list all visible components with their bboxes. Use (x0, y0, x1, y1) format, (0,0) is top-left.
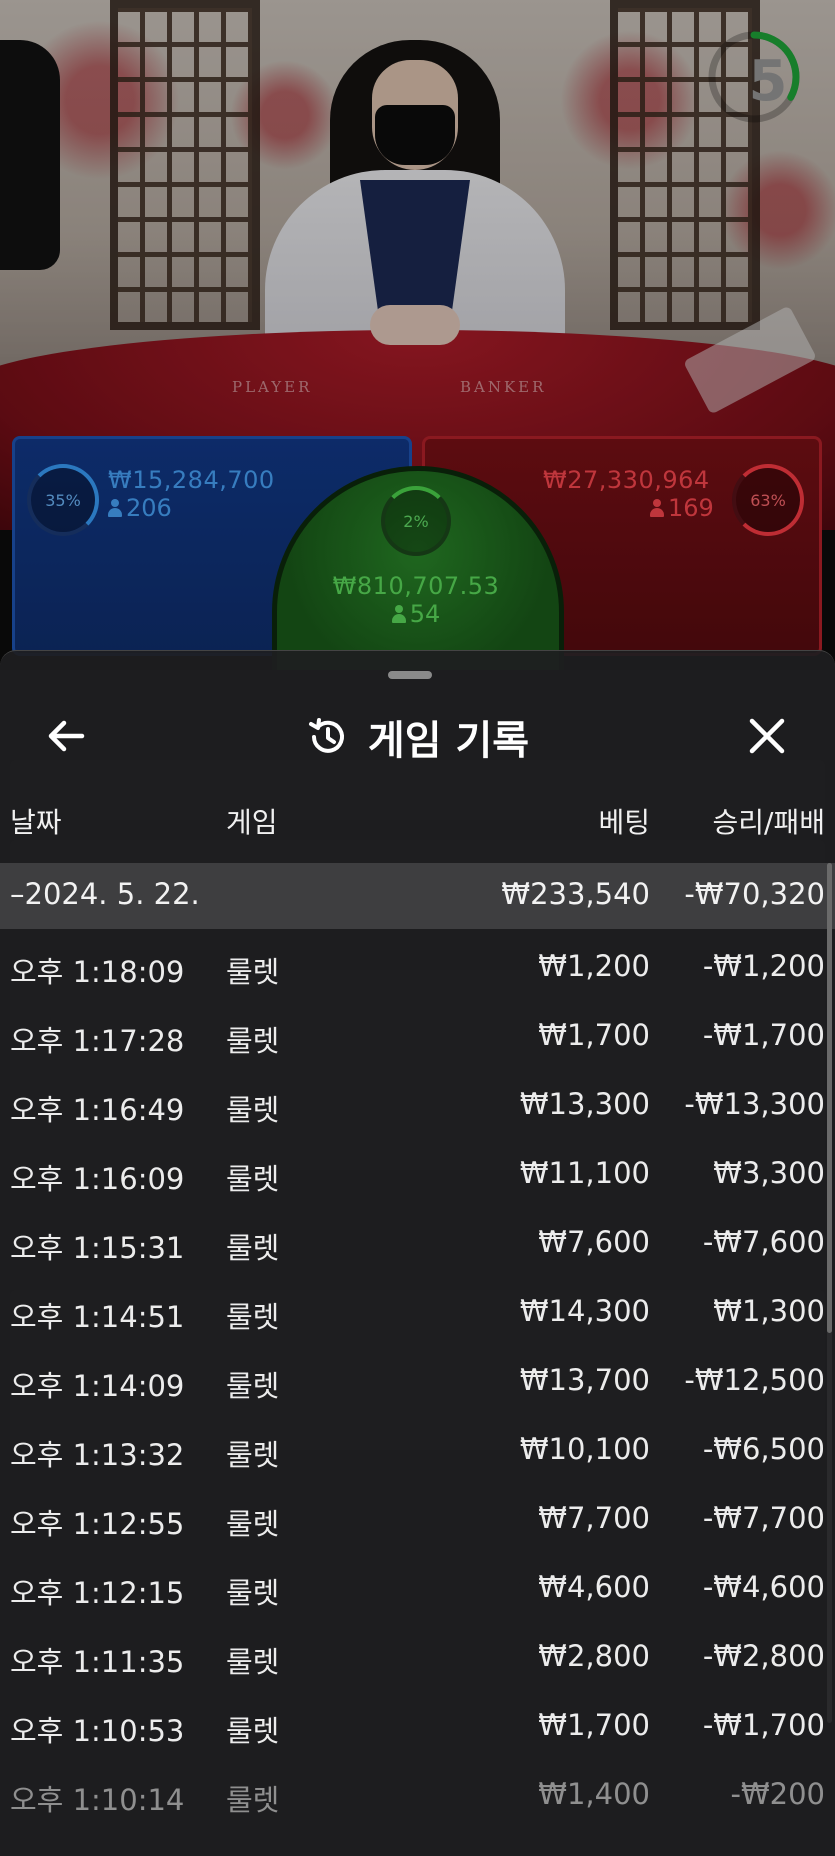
history-row[interactable]: 오후 1:14:09 룰렛 ₩13,700 -₩12,500 (0, 1343, 835, 1412)
history-row[interactable]: 오후 1:10:14 룰렛 ₩1,400 -₩200 (0, 1757, 835, 1826)
close-button[interactable] (742, 711, 792, 761)
day-total-result: -₩70,320 (684, 877, 825, 911)
day-total-bet: ₩233,540 (501, 877, 650, 911)
history-row[interactable]: 오후 1:17:28 룰렛 ₩1,700 -₩1,700 (0, 998, 835, 1067)
row-time: 오후 1:15:31 (10, 1231, 185, 1265)
title-group: 게임 기록 (0, 697, 835, 777)
row-bet: ₩1,700 (538, 1708, 650, 1742)
row-game: 룰렛 (226, 1783, 280, 1817)
arrow-left-icon (48, 720, 85, 752)
history-row[interactable]: 오후 1:12:55 룰렛 ₩7,700 -₩7,700 (0, 1481, 835, 1550)
column-header-bet[interactable]: 베팅 (598, 801, 650, 841)
day-summary-row[interactable]: –2024. 5. 22. ₩233,540 -₩70,320 (0, 863, 835, 929)
row-result: -₩200 (730, 1777, 826, 1811)
row-game: 룰렛 (226, 1300, 280, 1334)
row-game: 룰렛 (226, 1507, 280, 1541)
history-row[interactable]: 오후 1:16:49 룰렛 ₩13,300 -₩13,300 (0, 1067, 835, 1136)
column-headers: 날짜 게임 베팅 승리/패배 (0, 801, 835, 851)
row-game: 룰렛 (226, 1024, 280, 1058)
row-result: ₩1,300 (713, 1294, 825, 1328)
row-time: 오후 1:17:28 (10, 1024, 185, 1058)
row-game: 룰렛 (226, 1714, 280, 1748)
history-row[interactable]: 오후 1:15:31 룰렛 ₩7,600 -₩7,600 (0, 1205, 835, 1274)
row-result: -₩6,500 (702, 1432, 825, 1466)
row-time: 오후 1:16:09 (10, 1162, 185, 1196)
row-time: 오후 1:16:49 (10, 1093, 185, 1127)
row-bet: ₩1,700 (538, 1018, 650, 1052)
row-bet: ₩11,100 (519, 1156, 650, 1190)
history-row[interactable]: 오후 1:12:15 룰렛 ₩4,600 -₩4,600 (0, 1550, 835, 1619)
row-time: 오후 1:14:09 (10, 1369, 185, 1403)
row-bet: ₩14,300 (519, 1294, 650, 1328)
column-header-result[interactable]: 승리/패배 (713, 801, 825, 841)
row-result: -₩7,600 (702, 1225, 825, 1259)
row-game: 룰렛 (226, 1438, 280, 1472)
row-bet: ₩1,400 (538, 1777, 650, 1811)
row-game: 룰렛 (226, 1162, 280, 1196)
history-icon (308, 718, 344, 753)
row-time: 오후 1:14:51 (10, 1300, 185, 1334)
row-time: 오후 1:10:14 (10, 1783, 185, 1817)
row-bet: ₩7,700 (538, 1501, 650, 1535)
history-row[interactable]: 오후 1:16:09 룰렛 ₩11,100 ₩3,300 (0, 1136, 835, 1205)
history-row[interactable]: 오후 1:14:51 룰렛 ₩14,300 ₩1,300 (0, 1274, 835, 1343)
row-game: 룰렛 (226, 1645, 280, 1679)
back-button[interactable] (42, 711, 92, 761)
row-time: 오후 1:13:32 (10, 1438, 185, 1472)
history-row[interactable]: 오후 1:10:53 룰렛 ₩1,700 -₩1,700 (0, 1688, 835, 1757)
row-result: -₩1,700 (702, 1708, 825, 1742)
row-bet: ₩13,700 (519, 1363, 650, 1397)
row-result: -₩13,300 (684, 1087, 825, 1121)
close-icon (749, 718, 785, 754)
sheet-title: 게임 기록 (367, 718, 530, 764)
drag-handle[interactable] (388, 671, 432, 679)
row-result: -₩2,800 (702, 1639, 825, 1673)
row-result: -₩4,600 (702, 1570, 825, 1604)
column-header-date[interactable]: 날짜 (10, 801, 62, 841)
row-bet: ₩10,100 (519, 1432, 650, 1466)
row-game: 룰렛 (226, 1231, 280, 1265)
row-bet: ₩1,200 (538, 949, 650, 983)
row-time: 오후 1:18:09 (10, 955, 185, 989)
history-list: 오후 1:18:09 룰렛 ₩1,200 -₩1,200 오후 1:17:28 룰렛 ₩1,… (0, 929, 835, 1826)
history-row[interactable]: 오후 1:18:09 룰렛 ₩1,200 -₩1,200 (0, 929, 835, 998)
history-row[interactable]: 오후 1:13:32 룰렛 ₩10,100 -₩6,500 (0, 1412, 835, 1481)
row-time: 오후 1:11:35 (10, 1645, 185, 1679)
row-time: 오후 1:10:53 (10, 1714, 185, 1748)
row-game: 룰렛 (226, 1093, 280, 1127)
scrollbar-thumb[interactable] (827, 863, 832, 1333)
sheet-header: 게임 기록 (0, 697, 835, 777)
row-result: -₩7,700 (702, 1501, 825, 1535)
row-time: 오후 1:12:55 (10, 1507, 185, 1541)
row-game: 룰렛 (226, 1576, 280, 1610)
row-result: -₩12,500 (684, 1363, 825, 1397)
row-bet: ₩13,300 (519, 1087, 650, 1121)
row-game: 룰렛 (226, 1369, 280, 1403)
row-result: -₩1,200 (702, 949, 825, 983)
day-date: –2024. 5. 22. (10, 877, 200, 911)
column-header-game[interactable]: 게임 (226, 801, 278, 841)
game-history-sheet: 게임 기록 날짜 게임 베팅 승리/패배 –2024. 5. 22. ₩233,… (0, 650, 835, 1856)
row-result: ₩3,300 (713, 1156, 825, 1190)
history-row[interactable]: 오후 1:11:35 룰렛 ₩2,800 -₩2,800 (0, 1619, 835, 1688)
row-time: 오후 1:12:15 (10, 1576, 185, 1610)
row-bet: ₩2,800 (538, 1639, 650, 1673)
row-game: 룰렛 (226, 955, 280, 989)
row-bet: ₩7,600 (538, 1225, 650, 1259)
row-result: -₩1,700 (702, 1018, 825, 1052)
row-bet: ₩4,600 (538, 1570, 650, 1604)
